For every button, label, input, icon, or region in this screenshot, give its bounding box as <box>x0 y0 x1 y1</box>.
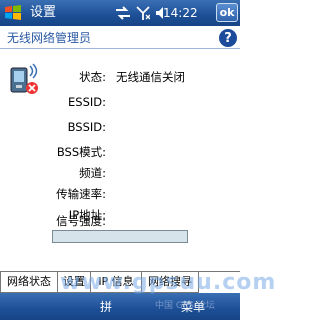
header-divider <box>0 48 240 49</box>
title-bar: 设置 14:22 ok <box>0 0 240 26</box>
field-label: 频道: <box>79 166 106 180</box>
help-icon[interactable]: ? <box>219 29 237 47</box>
field-label: BSSID: <box>67 120 106 134</box>
field-rate: 传输速率: <box>0 185 240 203</box>
field-label: BSS模式: <box>56 145 106 159</box>
page-header: 无线网络管理员 <box>0 26 240 50</box>
tab-network-status[interactable]: 网络状态 <box>0 272 58 293</box>
watermark-sub: 中国 GPS 论坛 <box>155 301 215 311</box>
field-value: 无线通信关闭 <box>116 70 185 84</box>
field-bss-mode: BSS模式: <box>0 143 240 161</box>
field-label: 信号强度: <box>56 214 106 228</box>
field-ip: IP地址: <box>0 206 240 224</box>
field-bssid: BSSID: <box>0 118 240 136</box>
field-status: 状态: 无线通信关闭 <box>0 68 240 86</box>
field-label: 传输速率: <box>56 187 106 201</box>
field-label: 状态: <box>79 70 106 84</box>
signal-strength-bar <box>52 230 188 243</box>
ok-button[interactable]: ok <box>216 3 238 22</box>
field-label: ESSID: <box>68 95 106 109</box>
page-title: 无线网络管理员 <box>7 31 92 45</box>
status-icons <box>115 3 167 23</box>
field-essid: ESSID: <box>0 93 240 111</box>
windows-start-icon[interactable] <box>3 3 23 23</box>
connectivity-icon[interactable] <box>115 6 131 20</box>
app-title: 设置 <box>30 5 57 20</box>
clock[interactable]: 14:22 <box>163 5 198 21</box>
signal-off-icon[interactable] <box>136 5 150 21</box>
input-method-button[interactable]: 拼 <box>100 298 112 315</box>
field-channel: 频道: <box>0 164 240 182</box>
watermark: www.gpsuu.com <box>60 270 277 295</box>
